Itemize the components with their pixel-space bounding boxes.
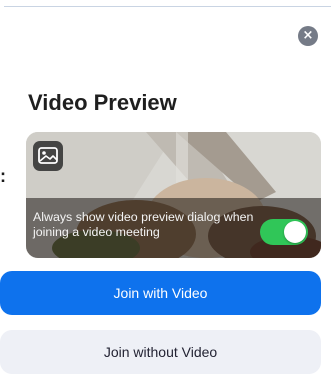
image-icon[interactable]: [33, 141, 63, 171]
top-divider: [4, 6, 331, 7]
video-preview: Always show video preview dialog when jo…: [26, 132, 321, 258]
always-show-preview-label: Always show video preview dialog when jo…: [33, 210, 254, 239]
close-button[interactable]: ×: [298, 26, 318, 46]
always-show-preview-toggle[interactable]: [260, 219, 308, 245]
join-with-video-button[interactable]: Join with Video: [0, 271, 321, 315]
partial-text: :: [0, 166, 6, 186]
toggle-knob: [284, 221, 306, 243]
dialog-title: Video Preview: [28, 90, 177, 115]
close-icon: ×: [302, 28, 314, 43]
join-without-video-button[interactable]: Join without Video: [0, 330, 321, 374]
